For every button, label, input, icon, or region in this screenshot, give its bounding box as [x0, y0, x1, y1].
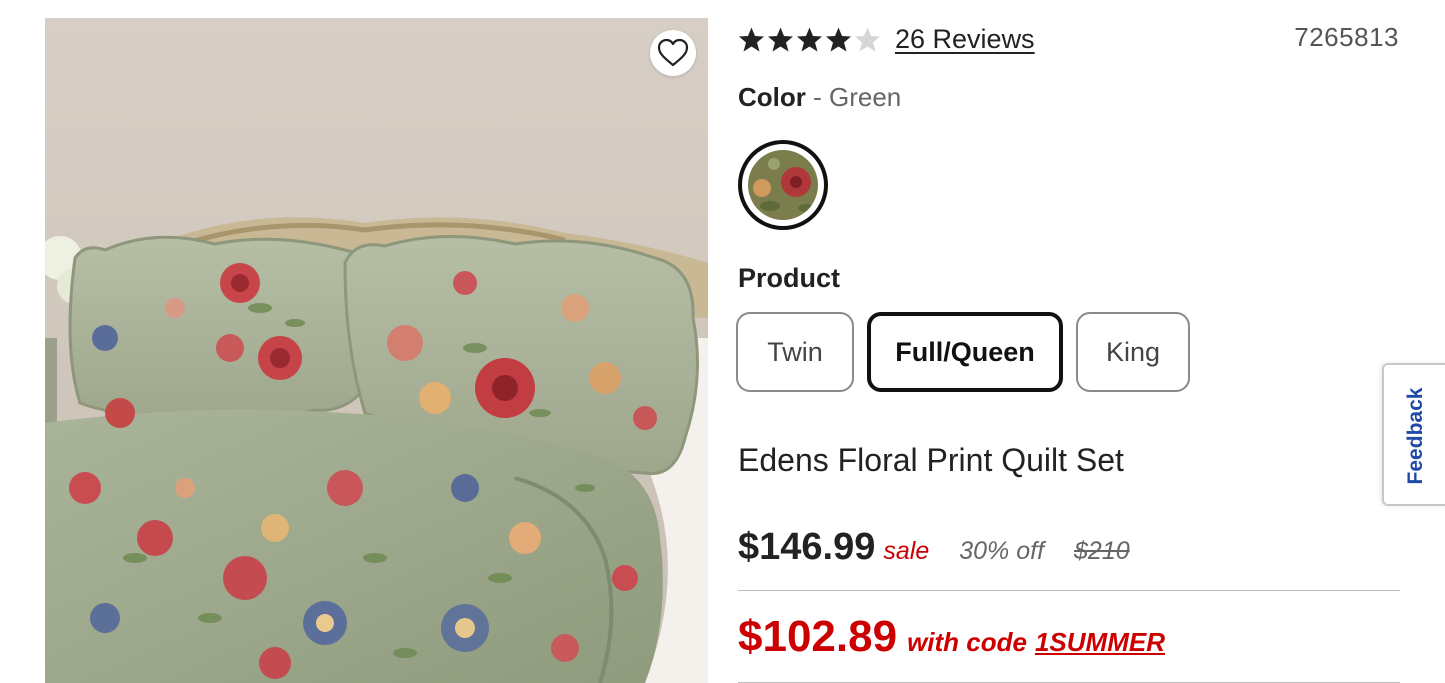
- color-selection-label: Color - Green: [738, 82, 901, 113]
- product-title: Edens Floral Print Quilt Set: [738, 442, 1124, 478]
- color-separator: -: [805, 82, 829, 112]
- feedback-tab[interactable]: Feedback: [1382, 363, 1445, 506]
- percent-off: 30% off: [959, 537, 1045, 565]
- promo-row: $102.89 with code 1SUMMER: [738, 612, 1165, 662]
- sale-price: $146.99: [738, 526, 876, 568]
- heart-outline-icon: [657, 38, 689, 67]
- promo-text: with code: [907, 627, 1027, 657]
- star-filled-icon: [768, 27, 793, 51]
- star-filled-icon: [739, 27, 764, 51]
- wishlist-button[interactable]: [650, 30, 696, 76]
- rating-row: 26 Reviews: [738, 22, 1035, 56]
- product-size-label: Product: [738, 263, 841, 293]
- star-filled-icon: [797, 27, 822, 51]
- feedback-label: Feedback: [1404, 387, 1427, 485]
- swatch-image: [748, 150, 818, 220]
- original-price: $210: [1074, 537, 1130, 565]
- color-value: Green: [829, 82, 902, 112]
- star-filled-icon: [826, 27, 851, 51]
- promo-price: $102.89: [738, 612, 898, 661]
- sale-tag: sale: [883, 537, 930, 565]
- price-row: $146.99 sale 30% off $210: [738, 526, 1130, 569]
- size-option-king[interactable]: King: [1076, 312, 1190, 392]
- star-empty-icon: [855, 27, 880, 51]
- product-image[interactable]: [45, 18, 708, 683]
- divider: [738, 590, 1400, 591]
- color-swatch-green[interactable]: [738, 140, 828, 230]
- sku-number: 7265813: [1294, 22, 1399, 52]
- color-label: Color: [738, 82, 806, 112]
- size-option-full-queen[interactable]: Full/Queen: [867, 312, 1063, 392]
- reviews-link[interactable]: 26 Reviews: [895, 24, 1035, 55]
- promo-code-link[interactable]: 1SUMMER: [1035, 627, 1165, 658]
- star-rating: [738, 26, 881, 53]
- size-option-twin[interactable]: Twin: [736, 312, 854, 392]
- quilt-photo: [45, 18, 708, 683]
